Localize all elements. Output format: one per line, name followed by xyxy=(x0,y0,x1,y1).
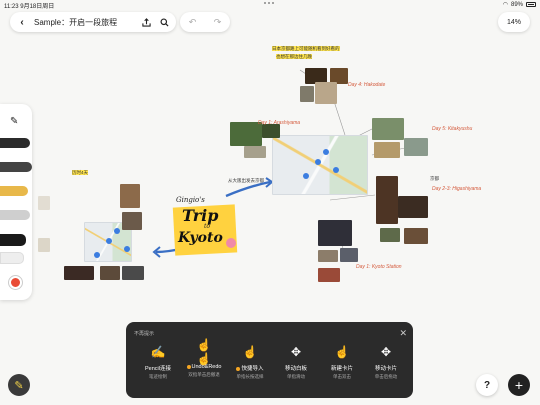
tip-move-card: ✥ 移动卡片 单击后拖动 xyxy=(364,344,408,380)
note-stay[interactable]: 也想在那边住几晚 xyxy=(276,54,312,60)
kyoto-map-image[interactable] xyxy=(272,135,368,195)
tip-move-board: ✥ 移动白板 单指滑动 xyxy=(274,344,318,380)
tap-icon: ☝ xyxy=(334,345,350,359)
photo-shopfront[interactable] xyxy=(100,266,120,280)
note-departure[interactable]: 从大阪出发去京都 xyxy=(228,178,264,184)
photo-food[interactable] xyxy=(404,228,428,244)
highlight-dot xyxy=(186,364,191,369)
tip-desc: 单击后拖动 xyxy=(374,374,398,379)
add-button[interactable]: + xyxy=(508,374,530,396)
photo-alley[interactable] xyxy=(122,266,144,280)
help-button[interactable]: ? xyxy=(476,374,498,396)
photo-pagoda[interactable] xyxy=(376,176,398,224)
day-label-1a[interactable]: Day 1: Arashiyama xyxy=(258,120,300,126)
photo-station[interactable] xyxy=(318,220,352,246)
photo-tower[interactable] xyxy=(318,268,340,282)
tip-desc: 笔迹绘制 xyxy=(149,374,167,379)
trip-title-sticker[interactable]: Gingio's Trip to Kyoto xyxy=(168,196,244,258)
photo-street-evening[interactable] xyxy=(398,196,428,218)
two-finger-tap-icon: ☝☝ xyxy=(196,338,212,366)
day-label-5[interactable]: Day 5: Kitakyushu xyxy=(432,126,472,132)
tip-new-card: ☝ 新建卡片 单击双击 xyxy=(320,344,364,380)
photo-lantern[interactable] xyxy=(122,212,142,230)
photo-garden[interactable] xyxy=(404,138,428,156)
gesture-tips-panel: 不再提示 ✕ ✍ Pencil连接 笔迹绘制 ☝☝ Undo&Redo 双指单击… xyxy=(126,322,413,398)
tip-desc: 单击双击 xyxy=(333,374,351,379)
dont-show-again-button[interactable]: 不再提示 xyxy=(134,330,154,337)
three-finger-tap-icon: ☝ xyxy=(242,345,258,359)
sticker-author: Gingio's xyxy=(176,196,205,204)
day-label-4[interactable]: Day 4: Hakodate xyxy=(348,82,385,88)
photo-hall[interactable] xyxy=(318,250,338,262)
note-intro[interactable]: 日本京都路上可能随机看到好看的 xyxy=(272,46,340,52)
photo-ticket[interactable] xyxy=(38,196,50,210)
tip-desc: 双指单击后撤退 xyxy=(188,372,220,377)
tip-label: 快捷导入 xyxy=(228,364,272,372)
tip-label: 移动白板 xyxy=(284,366,307,372)
highlight-dot xyxy=(236,366,241,371)
tip-desc: 单指滑动 xyxy=(287,374,305,379)
move-card-icon: ✥ xyxy=(380,345,392,359)
tip-pencil: ✍ Pencil连接 笔迹绘制 xyxy=(136,344,180,380)
photo-receipt[interactable] xyxy=(38,238,50,252)
tip-undo-redo: ☝☝ Undo&Redo 双指单击后撤退 xyxy=(182,338,226,378)
pencil-icon: ✎ xyxy=(14,379,24,392)
tip-label: Undo&Redo xyxy=(182,364,226,370)
cherry-blossom-icon xyxy=(226,238,236,248)
tip-label: 移动卡片 xyxy=(374,366,397,372)
close-tips-button[interactable]: ✕ xyxy=(399,328,407,339)
photo-bridge[interactable] xyxy=(244,146,266,158)
sticker-line-to: to xyxy=(204,223,211,230)
tip-desc: 单指长按选择 xyxy=(236,374,264,379)
note-kyoto[interactable]: 京都 xyxy=(430,176,439,182)
photo-cafe[interactable] xyxy=(120,184,140,208)
pencil-touch-icon: ✍ xyxy=(150,345,166,359)
sticker-line-kyoto: Kyoto xyxy=(178,230,223,246)
photo-forest[interactable] xyxy=(262,124,280,138)
photo-river[interactable] xyxy=(372,118,404,140)
photo-portrait[interactable] xyxy=(315,82,337,104)
photo-platform[interactable] xyxy=(340,248,358,262)
pan-icon: ✥ xyxy=(290,345,302,359)
photo-shrine[interactable] xyxy=(380,228,400,242)
day-label-1b[interactable]: Day 1: Kyoto Station xyxy=(356,264,402,270)
note-duration[interactable]: 历时4天 xyxy=(72,170,89,176)
photo-dinner[interactable] xyxy=(64,266,94,280)
pencil-button[interactable]: ✎ xyxy=(8,374,30,396)
photo-room[interactable] xyxy=(300,86,314,102)
tip-label: Pencil连接 xyxy=(145,366,171,372)
close-icon: ✕ xyxy=(399,328,407,338)
sticker-line-trip: Trip xyxy=(182,206,219,225)
day-label-2-3[interactable]: Day 2-3: Higashiyama xyxy=(432,186,481,192)
tip-label: 新建卡片 xyxy=(330,366,353,372)
photo-temple-roof[interactable] xyxy=(374,142,400,158)
tip-quick-import: ☝ 快捷导入 单指长按选择 xyxy=(228,344,272,380)
